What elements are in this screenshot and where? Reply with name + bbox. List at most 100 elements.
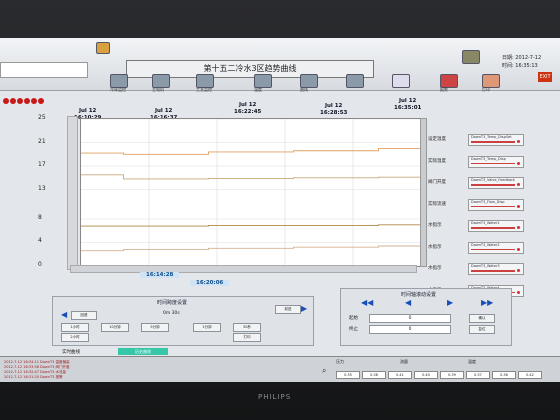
right-item-label: 实际流速 (428, 201, 446, 207)
instrument-icon[interactable] (346, 74, 364, 88)
right-item-label: 实际温度 (428, 158, 446, 164)
y-tick-label: 8 (38, 213, 42, 221)
search-icon[interactable]: ⌕ (322, 367, 326, 375)
status-value-box: 0.37 (466, 371, 490, 379)
print-button[interactable]: 打印 (233, 333, 261, 342)
operator-field[interactable] (0, 62, 88, 78)
toolbar-label-1: 主电机 (152, 87, 164, 92)
series-line-3 (81, 245, 421, 252)
zoom-btn-5m[interactable]: 5分钟 (141, 323, 169, 332)
right-item-field[interactable]: DownT3_Water1 (468, 220, 524, 232)
apply-button[interactable]: 确认 (469, 314, 495, 323)
status-value-box: 0.35 (336, 371, 360, 379)
cooling-bed-icon[interactable] (110, 74, 128, 88)
trend-icon[interactable] (392, 74, 410, 88)
scroll-panel-title: 时间轴滚动设置 (401, 292, 437, 298)
start-input[interactable]: 0 (369, 314, 451, 323)
status-dot-icon (517, 269, 520, 272)
end-input[interactable]: 0 (369, 325, 451, 334)
status-dot-icon (517, 247, 520, 251)
level-bar (471, 184, 515, 186)
y-tick-label: 13 (38, 184, 46, 192)
status-bar: 2012-7-12 16:34:11 DownT3 温度偏高 2012-7-12… (0, 356, 560, 382)
cursor-time-1[interactable]: 16:14:28 (140, 272, 180, 278)
y-tick-label: 4 (38, 237, 42, 245)
toolbar-label-3: 温度 (254, 87, 262, 92)
y-tick-label: 25 (38, 114, 46, 121)
status-dot-icon (517, 140, 520, 143)
right-item-tag: DownT3_Temp_Disp (471, 156, 506, 161)
step-forward-icon[interactable]: ▶ (447, 299, 453, 307)
time-header-2: Jul 12 16:22:45 (234, 102, 262, 115)
status-dot-icon (517, 204, 520, 208)
log-row: 2012-7-12 16:31:20 DownT3 报警 (4, 375, 63, 379)
forward-arrow-icon[interactable]: ▶ (301, 305, 307, 313)
hmi-screen: 第十五二冷水3区趋势曲线 冷床监控 主电机 工艺监控 温度 曲线 报警 打印 日… (0, 38, 560, 382)
reset-button[interactable]: 复位 (469, 325, 495, 334)
time-header-4: Jul 12 16:35:01 (394, 98, 422, 111)
right-item-tag: DownT3_Water2 (471, 242, 500, 247)
status-dot-icon (517, 226, 520, 229)
time-label: 时间: (502, 63, 514, 69)
status-dot-icon (517, 161, 520, 165)
step-back-icon[interactable]: ◀ (405, 299, 411, 307)
right-item-tag: DownT3_Water1 (471, 221, 500, 225)
status-value-box: 0.41 (388, 371, 412, 379)
motor-icon[interactable] (152, 74, 170, 88)
toolbar-label-5: 报警 (440, 87, 448, 92)
level-bar (471, 248, 515, 250)
scroll-panel: 时间轴滚动设置 ◀◀ ◀ ▶ ▶▶ 起始 0 确认 终止 0 复位 (340, 288, 512, 346)
realtime-label[interactable]: 实时曲线 (62, 349, 80, 355)
right-item-field[interactable]: DownT3_Water3 (468, 263, 524, 275)
back-button[interactable]: 回退 (71, 311, 97, 320)
history-button[interactable]: 历史曲线 (118, 348, 168, 355)
tools-icon[interactable] (300, 74, 318, 88)
right-item-field[interactable]: DownT3_Valve_Feedback (468, 177, 524, 189)
cursor-time-2[interactable]: 16:20:06 (190, 280, 230, 286)
right-item-label: 设定温度 (428, 137, 446, 142)
y-tick-label: 21 (38, 137, 46, 145)
fast-back-icon[interactable]: ◀◀ (361, 299, 373, 307)
temperature-icon[interactable] (254, 74, 272, 88)
fast-forward-icon[interactable]: ▶▶ (481, 299, 493, 307)
series-line-2 (81, 224, 421, 227)
series-line-0 (81, 147, 421, 155)
forward-button[interactable]: 前进 (275, 305, 301, 314)
horizontal-scrollbar[interactable] (70, 265, 417, 273)
trend-chart[interactable] (80, 118, 422, 267)
level-bar (471, 227, 515, 229)
zoom-btn-1m[interactable]: 1分钟 (193, 323, 221, 332)
zoom-btn-1h[interactable]: 1小时 (61, 323, 89, 332)
end-label: 终止 (349, 327, 358, 332)
zoom-value: 0m 30s (163, 311, 180, 316)
process-icon[interactable] (196, 74, 214, 88)
home-icon[interactable] (96, 42, 110, 54)
level-bar (471, 162, 515, 164)
status-value-box: 0.39 (440, 371, 464, 379)
toolbar-label-0: 冷床监控 (110, 87, 126, 92)
vertical-scrollbar[interactable] (420, 118, 427, 267)
level-bar (471, 270, 515, 272)
status-value-box: 0.36 (492, 371, 516, 379)
back-arrow-icon[interactable]: ◀ (61, 311, 67, 319)
zoom-btn-10m[interactable]: 10分钟 (101, 323, 129, 332)
flow-label: 流量 (400, 359, 408, 364)
right-item-field[interactable]: DownT3_Water2 (468, 241, 524, 254)
right-item-field[interactable]: DownT3_Temp_DispSet (468, 134, 524, 146)
alarm-icon[interactable] (440, 74, 458, 88)
right-item-field[interactable]: DownT3_Temp_Disp (468, 155, 524, 168)
right-item-label: 水指示 (428, 244, 442, 250)
status-value-box: 0.40 (414, 371, 438, 379)
status-value-box: 0.38 (362, 371, 386, 379)
print-icon[interactable] (482, 74, 500, 88)
toolbar-label-2: 工艺监控 (196, 87, 212, 92)
exit-button[interactable]: EXIT (538, 72, 552, 82)
key-icon[interactable] (462, 50, 480, 64)
toolbar-label-6: 打印 (482, 87, 490, 92)
right-item-label: 水指示 (428, 266, 442, 271)
zoom-btn-2h[interactable]: 2小时 (61, 333, 89, 342)
status-dot-icon (517, 183, 520, 186)
right-item-field[interactable]: DownT3_Flow_Disp (468, 198, 524, 211)
status-dot-icon (517, 290, 520, 294)
zoom-btn-30s[interactable]: 30秒 (233, 323, 261, 332)
